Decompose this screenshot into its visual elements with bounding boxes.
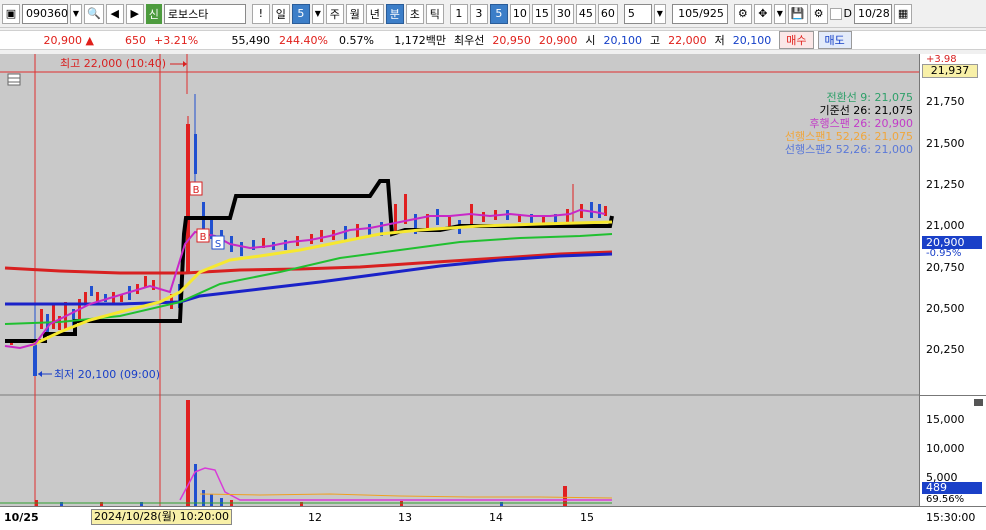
x-label: 10/25 bbox=[4, 511, 39, 524]
quote-bar: 20,900 ▲ 650 +3.21% 55,490 244.40% 0.57%… bbox=[0, 30, 986, 50]
search-icon[interactable]: 🔍 bbox=[84, 3, 104, 24]
volume-value-badge: 489 bbox=[922, 482, 982, 494]
tab-month[interactable]: 월 bbox=[345, 3, 364, 24]
price-chart[interactable]: B B S 최고 22,000 (10:40) 최저 20,100 (09:00… bbox=[0, 54, 919, 506]
x-label: 15 bbox=[580, 511, 594, 524]
vol-label: 15,000 bbox=[926, 413, 965, 426]
y-label: 21,000 bbox=[926, 219, 965, 232]
interval-15[interactable]: 15 bbox=[531, 3, 552, 24]
y-label: 21,750 bbox=[926, 95, 965, 108]
stock-name[interactable]: 로보스타 bbox=[163, 3, 246, 24]
period-num[interactable]: 5 bbox=[291, 3, 310, 24]
interval-1[interactable]: 1 bbox=[449, 3, 468, 24]
tab-second[interactable]: 초 bbox=[405, 3, 424, 24]
high-annotation: 최고 22,000 (10:40) bbox=[60, 57, 166, 70]
toolbar: ▣ 090360 ▼ 🔍 ◀ ▶ 신 로보스타 ! 일 5 ▼ 주 월 년 분 … bbox=[0, 0, 986, 28]
period-dropdown[interactable]: ▼ bbox=[311, 3, 324, 24]
stock-code-input[interactable]: 090360 bbox=[22, 3, 68, 24]
legend-lagging: 후행스팬 26: 20,900 bbox=[809, 117, 913, 130]
y-label: 20,250 bbox=[926, 343, 965, 356]
best-label: 최우선 bbox=[454, 34, 485, 47]
high-price: 22,000 bbox=[668, 33, 707, 47]
open-price: 20,100 bbox=[603, 33, 643, 47]
x-label: 14 bbox=[489, 511, 503, 524]
interval-3[interactable]: 3 bbox=[469, 3, 488, 24]
vol-label: 10,000 bbox=[926, 442, 965, 455]
change-pct: +3.21% bbox=[154, 33, 199, 47]
x-label: 13 bbox=[398, 511, 412, 524]
period-day[interactable]: 일 bbox=[271, 3, 290, 24]
prev-stock-icon[interactable]: ◀ bbox=[105, 3, 124, 24]
next-stock-icon[interactable]: ▶ bbox=[125, 3, 144, 24]
conversion-line bbox=[4, 250, 613, 275]
legend-leading1: 선행스팬1 52,26: 21,075 bbox=[785, 130, 913, 143]
high-label: 고 bbox=[650, 34, 661, 47]
chart-settings-icon[interactable]: ⚙ bbox=[733, 3, 752, 24]
chart-menu-icon bbox=[7, 73, 21, 86]
sell-button[interactable]: 매도 bbox=[817, 31, 852, 49]
low-label: 저 bbox=[714, 34, 725, 47]
x-axis: 10/25 2024/10/28(월) 10:20:00 12 13 14 15… bbox=[0, 506, 986, 530]
x-label: 15:30:00 bbox=[926, 511, 976, 524]
svg-text:B: B bbox=[200, 232, 207, 243]
interval-10[interactable]: 10 bbox=[509, 3, 530, 24]
calendar-icon[interactable]: ▦ bbox=[894, 3, 913, 24]
legend-baseline: 기준선 26: 21,075 bbox=[819, 104, 913, 117]
volume-pct-label: 69.56% bbox=[926, 494, 965, 505]
collapse-icon[interactable] bbox=[974, 399, 983, 406]
interval-5[interactable]: 5 bbox=[489, 3, 508, 24]
y-label: 21,500 bbox=[926, 137, 965, 150]
trade-amount: 1,172백만 bbox=[394, 34, 446, 47]
tab-week[interactable]: 주 bbox=[325, 3, 344, 24]
x-label: 12 bbox=[308, 511, 322, 524]
svg-text:S: S bbox=[215, 239, 221, 250]
interval-30[interactable]: 30 bbox=[553, 3, 574, 24]
interval-60[interactable]: 60 bbox=[597, 3, 618, 24]
best-ask: 20,950 bbox=[492, 33, 531, 47]
buy-button[interactable]: 매수 bbox=[779, 31, 814, 49]
legend-leading2: 선행스팬2 52,26: 21,000 bbox=[785, 143, 913, 156]
cursor-time-badge: 2024/10/28(월) 10:20:00 bbox=[91, 509, 233, 525]
current-price: 20,900 ▲ bbox=[43, 33, 94, 47]
d-checkbox[interactable] bbox=[829, 7, 842, 20]
crosshair-icon[interactable]: ✥ bbox=[753, 3, 772, 24]
d-checkbox-label: D bbox=[843, 7, 853, 20]
tool-dropdown[interactable]: ▼ bbox=[773, 3, 786, 24]
save-icon[interactable]: 💾 bbox=[787, 3, 808, 24]
tab-minute[interactable]: 분 bbox=[385, 3, 404, 24]
interval-dropdown[interactable]: ▼ bbox=[653, 3, 666, 24]
y-axis: +3.98 21,937 21,750 21,500 21,250 21,000… bbox=[919, 54, 986, 506]
volume-pct: 244.40% bbox=[279, 33, 328, 47]
volume-bars bbox=[35, 400, 567, 506]
count-field[interactable]: 105/925 bbox=[671, 3, 728, 24]
volume: 55,490 bbox=[231, 33, 271, 47]
current-pct-label: -0.95% bbox=[926, 248, 962, 259]
open-label: 시 bbox=[585, 34, 596, 47]
tab-year[interactable]: 년 bbox=[365, 3, 384, 24]
svg-text:B: B bbox=[193, 185, 200, 196]
date-input[interactable]: 10/28 bbox=[854, 3, 893, 24]
candles bbox=[10, 94, 607, 376]
y-label: 21,250 bbox=[926, 178, 965, 191]
turnover: 0.57% bbox=[339, 33, 374, 47]
layout-icon[interactable]: ▣ bbox=[2, 3, 20, 24]
low-price: 20,100 bbox=[732, 33, 772, 47]
top-value-badge: 21,937 bbox=[922, 64, 978, 78]
y-label: 20,500 bbox=[926, 302, 965, 315]
y-label: 20,750 bbox=[926, 261, 965, 274]
lagging-span-line bbox=[4, 208, 606, 350]
interval-input[interactable]: 5 bbox=[623, 3, 652, 24]
interval-45[interactable]: 45 bbox=[575, 3, 596, 24]
alert-icon[interactable]: ! bbox=[251, 3, 270, 24]
code-dropdown[interactable]: ▼ bbox=[70, 3, 82, 24]
market-badge: 신 bbox=[145, 3, 162, 24]
tab-tick[interactable]: 틱 bbox=[425, 3, 444, 24]
price-change: 650 bbox=[125, 33, 146, 47]
low-annotation: 최저 20,100 (09:00) bbox=[54, 368, 160, 381]
legend-conversion: 전환선 9: 21,075 bbox=[826, 91, 913, 104]
gear-icon[interactable]: ⚙ bbox=[809, 3, 828, 24]
best-bid: 20,900 bbox=[538, 33, 578, 47]
